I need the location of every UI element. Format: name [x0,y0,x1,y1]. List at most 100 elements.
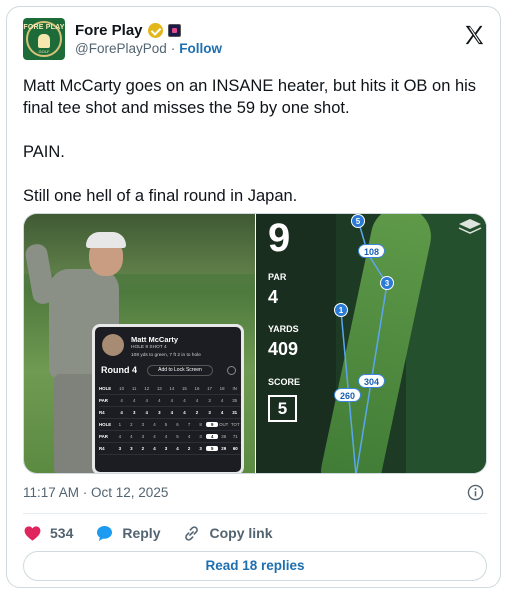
scorecard-cell: 1 [118,422,122,427]
golfer-photo[interactable]: Matt McCarty HOLE 9 SHOT 4 108 yds to gr… [24,214,255,473]
scorecard-cell: 4 [153,422,156,427]
handle-row: @ForePlayPod · Follow [75,41,222,56]
scorecard-cell: 3 [118,446,122,451]
scorecard-cell: 3 [199,434,202,439]
verified-badge-icon[interactable] [147,22,163,38]
scorecard-cell: 71 [232,434,238,439]
scorecard-cell: 4 [220,410,224,415]
author-handle[interactable]: @ForePlayPod [75,41,167,56]
scorecard-cell: IN [232,386,237,391]
scorecard-cell: 7 [187,422,191,427]
photo-background [24,214,255,274]
tweet-timestamp[interactable]: 11:17 AM · Oct 12, 2025 [23,485,168,500]
like-count: 534 [50,525,74,541]
scorecard-cell: 5 [176,434,179,439]
scorecard-cell: 3 [141,422,145,427]
scorecard-cell: 8 [199,422,202,427]
scorecard-cell: OUT [219,422,229,427]
scorecard-cell: PAR [99,434,108,439]
scorecard-cell: HOLE [99,386,112,391]
scorecard-row: PAR 4 4 4 4 4 4 4 3 4 35 [99,395,241,407]
scorecard-cell: 2 [187,446,191,451]
scorecard-cell: 3 [208,398,211,403]
scorecard-row: R4 3 3 2 4 3 4 2 3 5 29 60 [99,443,241,455]
scorecard-cell: 3 [158,410,161,415]
scorecard-cell: R4 [99,410,105,415]
tweet-paragraph: PAIN. [23,143,65,161]
tweet-header: FORE PLAY GOLF Fore Play @ForePlayPod · … [23,18,487,62]
avatar-brand-text: FORE PLAY [23,24,65,31]
scorecard-cell: R4 [99,446,105,451]
lock-screen-button: Add to Lock Screen [147,365,213,376]
scorecard-cell: 60 [232,446,238,451]
scorecard-round-label: Round 4 [101,365,137,375]
scorecard-row: R4 4 3 4 3 4 4 2 3 4 31 [99,407,241,419]
action-bar: 534 Reply Copy link [23,518,295,548]
tweet-paragraph: Still one hell of a final round in Japan… [23,187,298,205]
reply-button[interactable]: Reply [95,524,160,543]
scorecard-cell: 9 [206,422,218,427]
distance-pill-304: 304 [358,374,386,388]
tweet-card: FORE PLAY GOLF Fore Play @ForePlayPod · … [6,6,501,588]
scorecard-cell: 4 [183,398,186,403]
scorecard-cell: 4 [220,398,224,403]
avatar[interactable]: FORE PLAY GOLF [23,18,65,60]
scorecard-cell: 4 [120,398,123,403]
tweet-media[interactable]: Matt McCarty HOLE 9 SHOT 4 108 yds to gr… [23,213,487,474]
scorecard-cell: 18 [219,386,225,391]
scorecard-cell: 4 [183,410,186,415]
scorecard-cell: 10 [119,386,125,391]
scorecard-cell: 35 [232,398,238,403]
distance-pill-108: 108 [358,244,386,258]
follow-button[interactable]: Follow [179,41,222,56]
scorecard-cell: 4 [170,398,174,403]
scorecard-cell: 4 [176,446,179,451]
scorecard-cell: 16 [194,386,200,391]
scorecard-cell: 4 [195,398,199,403]
scorecard-cell: 29 [221,446,227,451]
scorecard-cell: 3 [132,410,136,415]
scorecard-cell: 3 [164,446,168,451]
copy-link-button[interactable]: Copy link [182,524,273,543]
scorecard-row: HOLE 1 2 3 4 5 6 7 8 9 OUT TOT [99,419,241,431]
read-replies-button[interactable]: Read 18 replies [23,551,487,581]
scorecard-cell: HOLE [99,422,112,427]
hole-map[interactable]: 9 PAR 4 YARDS 409 SCORE 5 5 108 3 1 304 … [256,214,486,473]
scorecard-row: HOLE 10 11 12 13 14 15 16 17 18 IN [99,383,241,395]
scorecard-cell: 5 [206,446,218,451]
tweet-text: Matt McCarty goes on an INSANE heater, b… [23,75,491,229]
scorecard-cell: 4 [120,410,123,415]
affiliate-badge-icon[interactable] [167,23,181,37]
info-icon[interactable] [467,484,484,501]
like-button[interactable]: 534 [23,524,73,543]
scorecard-cell: 4 [206,434,218,439]
scorecard-cell: 2 [141,446,145,451]
reply-bubble-icon [97,525,113,541]
scorecard-cell: 12 [144,386,150,391]
author-name[interactable]: Fore Play [75,22,143,39]
distance-pill-260: 260 [334,388,362,402]
tweet-paragraph: Matt McCarty goes on an INSANE heater, b… [23,77,477,117]
scorecard-cell: 4 [130,434,133,439]
score-value: 5 [268,395,297,422]
scorecard-cell: 4 [132,398,136,403]
score-label: SCORE [268,377,301,387]
separator-dot: · [170,41,176,56]
yards-value: 409 [268,339,299,359]
scorecard-cell: 3 [130,446,133,451]
scorecard-cell: 4 [164,434,168,439]
link-icon [185,525,199,541]
par-value: 4 [268,287,279,307]
scorecard-cell: 17 [207,386,212,391]
x-logo-icon[interactable] [463,24,485,46]
scorecard-cell: 4 [145,410,148,415]
scorecard-row: PAR 4 4 3 4 4 5 4 3 4 36 71 [99,431,241,443]
scorecard-cell: 4 [170,410,174,415]
scorecard-cell: TOT [230,422,240,427]
scorecard-cell: 4 [153,446,156,451]
scorecard-cell: 3 [208,410,211,415]
golfer-logo-icon [38,34,50,48]
scorecard-player-name: Matt McCarty [131,335,179,344]
scorecard-cell: 5 [164,422,168,427]
scorecard-cell: 36 [221,434,227,439]
